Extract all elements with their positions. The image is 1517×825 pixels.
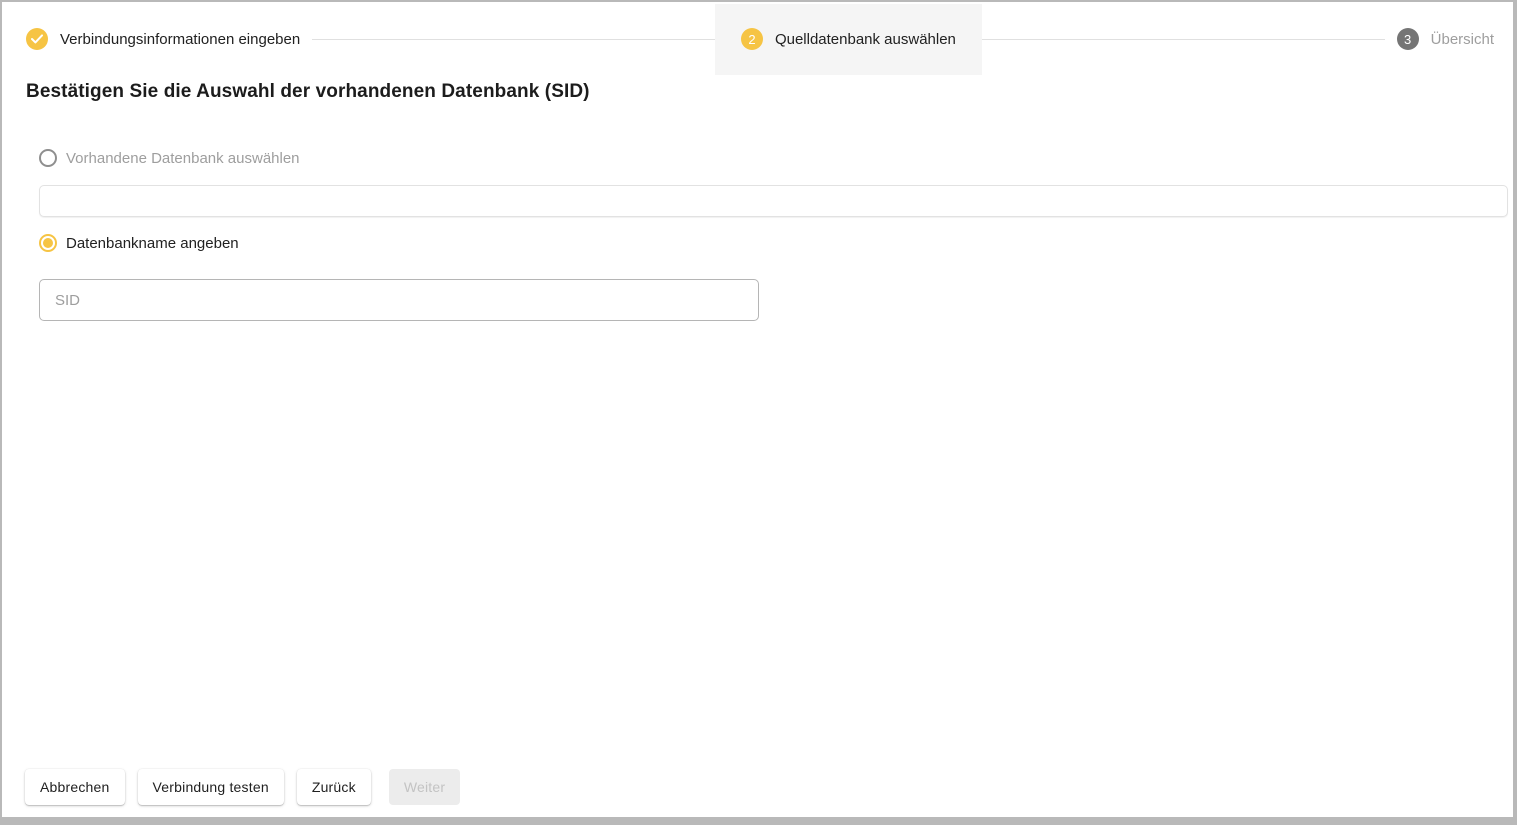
- step-number-badge: 2: [741, 28, 763, 50]
- radio-existing-database[interactable]: Vorhandene Datenbank auswählen: [39, 149, 1508, 167]
- step-label: Übersicht: [1431, 31, 1494, 48]
- database-selection-form: Vorhandene Datenbank auswählen Datenbank…: [39, 149, 1508, 321]
- radio-label: Vorhandene Datenbank auswählen: [66, 150, 300, 167]
- stepper-active-step-highlight: 2 Quelldatenbank auswählen: [715, 4, 982, 75]
- step-number-badge: 3: [1397, 28, 1419, 50]
- radio-unchecked-icon[interactable]: [39, 149, 57, 167]
- cancel-button[interactable]: Abbrechen: [25, 769, 125, 805]
- step-completed-check-icon: [26, 28, 48, 50]
- wizard-stepper: Verbindungsinformationen eingeben 2 Quel…: [2, 2, 1513, 76]
- next-button[interactable]: Weiter: [389, 769, 460, 805]
- back-button[interactable]: Zurück: [297, 769, 371, 805]
- existing-database-input[interactable]: [39, 185, 1508, 217]
- sid-input[interactable]: [39, 279, 759, 321]
- wizard-footer: Abbrechen Verbindung testen Zurück Weite…: [25, 769, 460, 805]
- radio-checked-icon[interactable]: [39, 234, 57, 252]
- test-connection-button[interactable]: Verbindung testen: [138, 769, 284, 805]
- wizard-window: Verbindungsinformationen eingeben 2 Quel…: [0, 0, 1517, 825]
- page-title: Bestätigen Sie die Auswahl der vorhanden…: [26, 80, 1513, 104]
- check-icon: [31, 34, 43, 44]
- radio-label: Datenbankname angeben: [66, 235, 239, 252]
- stepper-connector: [312, 39, 715, 40]
- stepper-step-verbindungsinformationen[interactable]: Verbindungsinformationen eingeben: [26, 28, 300, 50]
- radio-database-name[interactable]: Datenbankname angeben: [39, 234, 1508, 252]
- step-label: Quelldatenbank auswählen: [775, 31, 956, 48]
- stepper-step-quelldatenbank[interactable]: 2 Quelldatenbank auswählen: [741, 28, 956, 50]
- stepper-connector: [982, 39, 1385, 40]
- step-label: Verbindungsinformationen eingeben: [60, 31, 300, 48]
- stepper-step-uebersicht[interactable]: 3 Übersicht: [1397, 28, 1494, 50]
